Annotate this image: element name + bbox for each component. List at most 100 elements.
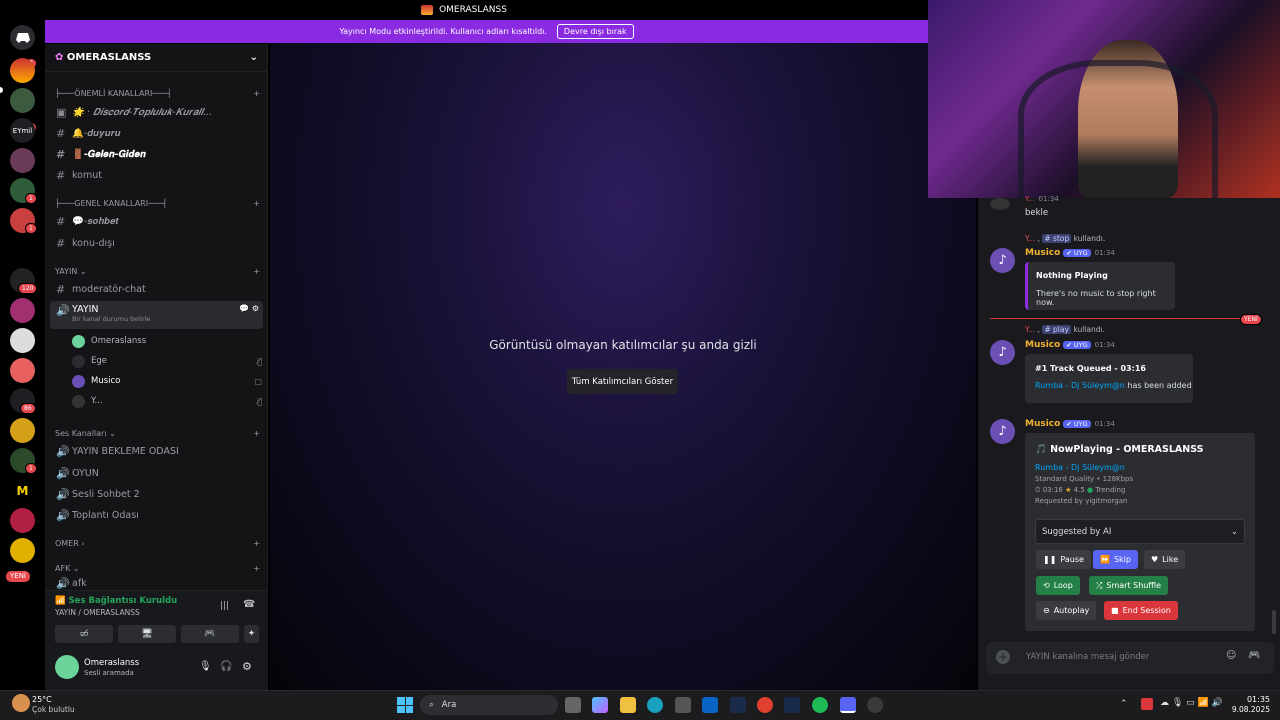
loop-button[interactable]: ⟲ Loop — [1036, 576, 1080, 595]
copilot-icon[interactable] — [592, 697, 608, 713]
voice-channel-oyun[interactable]: 🔊 OYUN — [50, 463, 263, 483]
category-general[interactable]: ├───GENEL KANALLARI───┤ + — [55, 199, 260, 208]
gear-icon[interactable]: ⚙ — [242, 660, 252, 673]
voice-channel-afk[interactable]: 🔊 afk — [50, 577, 263, 589]
camera-toggle-button[interactable]: ▭̸ — [55, 625, 113, 643]
game-icon[interactable]: 🎮 — [1248, 650, 1260, 661]
clock-time[interactable]: 01:35 — [1234, 695, 1270, 704]
headphones-icon[interactable]: 🎧 — [220, 661, 232, 672]
voice-user[interactable]: Y... 🎙̸ — [72, 392, 262, 410]
plus-icon[interactable]: + — [253, 429, 260, 438]
channel-komut[interactable]: # komut — [50, 165, 263, 185]
emoji-icon[interactable]: ☺ — [1226, 650, 1236, 661]
server-icon-12[interactable] — [10, 418, 35, 443]
task-view-icon[interactable] — [565, 697, 581, 713]
server-icon-16[interactable] — [10, 538, 35, 563]
soundboard-button[interactable]: ✦ — [244, 625, 259, 643]
discord-taskbar-icon[interactable] — [840, 697, 856, 713]
taskbar-search[interactable]: ⌕ Ara — [420, 695, 558, 715]
channel-sohbet[interactable]: # 💬-𝒔𝒐𝒉𝒃𝒆𝒕 — [50, 211, 263, 231]
pause-button[interactable]: ❚❚ Pause — [1036, 550, 1091, 569]
plus-icon[interactable]: + — [253, 199, 260, 208]
server-icon-8[interactable] — [10, 298, 35, 323]
chrome-icon[interactable] — [757, 697, 773, 713]
voice-user[interactable]: Musico ▢ — [72, 372, 262, 390]
steam-icon[interactable] — [730, 697, 746, 713]
store-icon[interactable] — [675, 697, 691, 713]
outlook-icon[interactable] — [702, 697, 718, 713]
plus-icon[interactable]: + — [253, 89, 260, 98]
windows-start-icon[interactable] — [397, 697, 413, 713]
channel-status[interactable]: Bir kanal durumu belirle — [72, 315, 150, 323]
disable-streamer-button[interactable]: Devre dışı bırak — [556, 24, 634, 39]
chat-scrollbar[interactable] — [1272, 610, 1276, 634]
message-author[interactable]: Musico ✔ UYG 01:34 — [1025, 419, 1115, 429]
message-author[interactable]: Musico ✔ UYG 01:34 — [1025, 340, 1115, 350]
np-track-link[interactable]: Rumba - Dj Süleym@n — [1035, 463, 1125, 472]
tray-chevron-icon[interactable]: ⌃ — [1120, 699, 1128, 709]
disconnect-icon[interactable]: ☎ — [243, 599, 255, 610]
clock-date[interactable]: 9.08.2025 — [1224, 705, 1270, 714]
tray-icons[interactable]: ☁ 🎙 ▭ 📶 🔊 — [1160, 698, 1223, 708]
end-session-button[interactable]: ■ End Session — [1104, 601, 1178, 620]
category-afk[interactable]: AFK ⌄ + — [55, 564, 260, 573]
channel-moderator-chat[interactable]: # moderatör-chat — [50, 279, 263, 299]
message-input[interactable]: YAYIN kanalına mesaj gönder — [1026, 652, 1149, 662]
voice-channel-yayin[interactable]: 🔊 YAYIN Bir kanal durumu belirle 💬 ⚙ — [50, 301, 263, 329]
weather-icon[interactable] — [12, 694, 30, 712]
server-icon-mo[interactable]: M — [10, 478, 35, 503]
voice-location[interactable]: YAYIN / OMERASLANSS — [55, 608, 140, 617]
category-omer[interactable]: OMER › + — [55, 539, 260, 548]
category-yayin[interactable]: YAYIN ⌄ + — [55, 267, 260, 276]
voice-user[interactable]: Omeraslanss — [72, 332, 262, 350]
plus-icon[interactable]: + — [996, 650, 1010, 664]
musico-avatar[interactable]: ♪ — [990, 340, 1015, 365]
like-button[interactable]: ♥ Like — [1144, 550, 1186, 569]
voice-channel-toplanti[interactable]: 🔊 Toplantı Odası — [50, 505, 263, 525]
obs-icon[interactable] — [867, 697, 883, 713]
server-icon-eymi[interactable]: EYmil — [10, 118, 35, 143]
weather-temp[interactable]: 25°C — [32, 695, 52, 704]
channel-gelen-giden[interactable]: # 🚪-𝑮𝒆𝒍𝒆𝒏-𝑮𝒊𝒅𝒆𝒏 — [50, 144, 263, 164]
plus-icon[interactable]: + — [253, 267, 260, 276]
voice-channel-bekleme[interactable]: 🔊 YAYIN BEKLEME ODASI — [50, 441, 263, 461]
channel-duyuru[interactable]: # 🔔-𝒅𝒖𝒚𝒖𝒓𝒖 — [50, 123, 263, 143]
category-important[interactable]: ├───ÖNEMLİ KANALLARI───┤ + — [55, 89, 260, 98]
screen-share-button[interactable]: 🖥 — [118, 625, 176, 643]
category-voice[interactable]: Ses Kanalları ⌄ + — [55, 429, 260, 438]
steam-icon-2[interactable] — [784, 697, 800, 713]
file-explorer-icon[interactable] — [620, 697, 636, 713]
message-author[interactable]: Musico ✔ UYG 01:34 — [1025, 248, 1115, 258]
musico-avatar[interactable]: ♪ — [990, 248, 1015, 273]
show-all-participants-button[interactable]: Tüm Katılımcıları Göster — [567, 369, 678, 394]
message-composer[interactable]: + YAYIN kanalına mesaj gönder ☺ 🎮 — [986, 642, 1274, 674]
edge-icon[interactable] — [647, 697, 663, 713]
server-icon-9[interactable] — [10, 328, 35, 353]
server-icon-1[interactable] — [10, 58, 35, 83]
autoplay-button[interactable]: ⊖ Autoplay — [1036, 601, 1097, 620]
command-mention[interactable]: # stop — [1042, 234, 1072, 243]
voice-channel-sesli2[interactable]: 🔊 Sesli Sohbet 2 — [50, 484, 263, 504]
channel-konu-disi[interactable]: # konu-dışı — [50, 233, 263, 253]
voice-user[interactable]: Ege 🎙̸ — [72, 352, 262, 370]
discord-home-icon[interactable] — [10, 25, 35, 50]
track-link[interactable]: Rumba - Dj Süleym@n — [1035, 381, 1125, 390]
plus-icon[interactable]: + — [253, 564, 260, 573]
spotify-icon[interactable] — [812, 697, 828, 713]
server-icon-2[interactable] — [10, 88, 35, 113]
command-mention[interactable]: # play — [1042, 325, 1071, 334]
server-icon-15[interactable] — [10, 508, 35, 533]
server-header[interactable]: ✿ OMERASLANSS ⌄ — [45, 44, 268, 72]
skip-button[interactable]: ⏩ Skip — [1093, 550, 1138, 569]
microphone-icon[interactable]: 🎙 — [199, 661, 212, 672]
avatar[interactable] — [55, 655, 79, 679]
channel-actions-icon[interactable]: 💬 ⚙ — [239, 304, 259, 313]
plus-icon[interactable]: + — [253, 539, 260, 548]
suggested-select[interactable]: Suggested by AI ⌄ — [1035, 519, 1245, 544]
tray-app-icon[interactable] — [1141, 698, 1153, 710]
server-icon-4[interactable] — [10, 148, 35, 173]
noise-suppression-icon[interactable]: ||| — [220, 601, 229, 611]
channel-rules[interactable]: ▣ 🌟 · 𝑫𝒊𝒔𝒄𝒐𝒓𝒅-𝑻𝒐𝒑𝒍𝒖𝒍𝒖𝒌-𝑲𝒖𝒓𝒂𝒍𝒍... — [50, 102, 263, 122]
musico-avatar[interactable]: ♪ — [990, 419, 1015, 444]
smart-shuffle-button[interactable]: ⤮ Smart Shuffle — [1089, 576, 1169, 595]
